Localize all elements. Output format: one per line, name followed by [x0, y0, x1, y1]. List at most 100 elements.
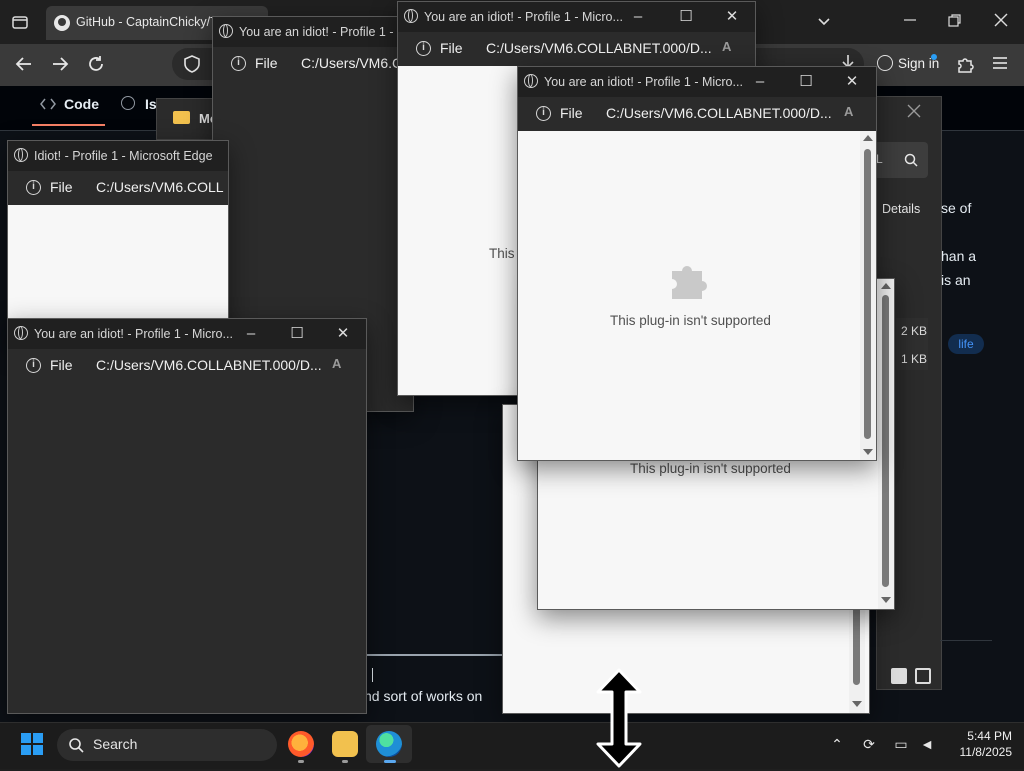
popup-url[interactable]: C:/Users/VM6.COLL: [96, 179, 224, 195]
clock-time[interactable]: 5:44 PM: [952, 729, 1012, 743]
tab-list-chevron-icon[interactable]: [816, 13, 832, 32]
maximize-icon[interactable]: ☐: [674, 5, 698, 29]
close-window-icon[interactable]: [994, 13, 1008, 30]
read-aloud-icon[interactable]: A: [844, 104, 862, 122]
popup-titlebar[interactable]: You are an idiot! - Profile 1 - M: [213, 17, 413, 47]
details-view-icon[interactable]: [915, 668, 931, 684]
popup-url[interactable]: C:/Users/VM6.C: [301, 55, 402, 71]
menu-icon[interactable]: [992, 56, 1008, 73]
popup-title: You are an idiot! - Profile 1 - Micro...: [34, 327, 233, 341]
scroll-down-arrow[interactable]: [863, 449, 873, 455]
folder-icon: [173, 111, 190, 124]
popup-titlebar[interactable]: Idiot! - Profile 1 - Microsoft Edge: [8, 141, 228, 171]
info-icon[interactable]: i: [416, 41, 431, 56]
shield-icon[interactable]: [183, 55, 201, 76]
taskbar-search-box[interactable]: Search: [57, 729, 277, 761]
search-icon: [68, 737, 84, 756]
popup-address-bar[interactable]: i File C:/Users/VM6.COLLABNET.000/D... A: [8, 349, 366, 384]
file-label: File: [440, 40, 463, 56]
start-button-windows-icon[interactable]: [21, 733, 43, 755]
popup-address-bar[interactable]: i File C:/Users/VM6.C: [213, 47, 413, 82]
file-size-column: 2 KB 1 KB: [896, 318, 928, 370]
volume-muted-icon[interactable]: ◄: [918, 736, 936, 752]
text-fragment: se of: [941, 200, 972, 216]
read-aloud-icon[interactable]: A: [332, 356, 350, 374]
profile-icon: [877, 55, 893, 71]
scrollbar-thumb[interactable]: [864, 149, 871, 439]
plugin-message-fragment: This: [489, 246, 515, 261]
code-icon: [40, 97, 56, 114]
refresh-icon[interactable]: [87, 55, 105, 76]
info-icon[interactable]: i: [26, 358, 41, 373]
minimize-icon[interactable]: –: [239, 322, 263, 346]
sign-in-button[interactable]: Sign in: [869, 48, 941, 80]
popup-titlebar[interactable]: You are an idiot! - Profile 1 - Micro...…: [518, 67, 876, 97]
update-icon[interactable]: ⟳: [860, 736, 878, 752]
details-label[interactable]: Details: [882, 202, 920, 216]
close-icon[interactable]: ✕: [720, 5, 744, 29]
tab-code[interactable]: Code: [64, 96, 99, 112]
show-hidden-icons-chevron-icon[interactable]: ⌃: [828, 736, 846, 752]
extensions-icon[interactable]: [956, 55, 974, 76]
forward-arrow-icon[interactable]: [51, 55, 69, 76]
globe-icon: [14, 148, 28, 162]
popup-address-bar[interactable]: i File C:/Users/VM6.COLL: [8, 171, 228, 206]
scrollbar-thumb[interactable]: [882, 295, 889, 587]
popup-url[interactable]: C:/Users/VM6.COLLABNET.000/D...: [96, 357, 322, 373]
popup-window-front[interactable]: You are an idiot! - Profile 1 - Micro...…: [517, 66, 877, 461]
popup-titlebar[interactable]: You are an idiot! - Profile 1 - Micro...…: [8, 319, 366, 349]
close-icon[interactable]: ✕: [331, 322, 355, 346]
popup-url[interactable]: C:/Users/VM6.COLLABNET.000/D...: [606, 105, 832, 121]
popup-titlebar[interactable]: You are an idiot! - Profile 1 - Micro...…: [398, 2, 755, 32]
popup-url[interactable]: C:/Users/VM6.COLLABNET.000/D...: [486, 40, 712, 56]
running-indicator: [342, 760, 348, 763]
search-fragment-text: L: [876, 152, 883, 166]
read-aloud-icon[interactable]: A: [722, 39, 740, 57]
clock-date[interactable]: 11/8/2025: [940, 745, 1013, 759]
github-icon: [54, 15, 70, 31]
tab-issues[interactable]: Is: [145, 96, 157, 112]
file-explorer-icon[interactable]: [332, 731, 358, 757]
plugin-unsupported-message: This plug-in isn't supported: [630, 461, 791, 476]
text-fragment: is an: [941, 272, 971, 288]
close-icon[interactable]: [907, 104, 921, 121]
info-icon[interactable]: i: [231, 56, 246, 71]
maximize-icon[interactable]: ☐: [285, 322, 309, 346]
popup-address-bar[interactable]: i File C:/Users/VM6.COLLABNET.000/D... A: [398, 32, 755, 67]
popup-title: You are an idiot! - Profile 1 - Micro...: [544, 75, 743, 89]
topic-badge[interactable]: life: [948, 334, 984, 354]
file-size: 1 KB: [901, 352, 928, 366]
popup-scrollbar[interactable]: [860, 131, 876, 460]
maximize-icon[interactable]: ☐: [794, 70, 818, 94]
info-icon[interactable]: i: [26, 180, 41, 195]
list-view-icon[interactable]: [891, 668, 907, 684]
popup-window[interactable]: You are an idiot! - Profile 1 - Micro...…: [7, 318, 367, 714]
minimize-icon[interactable]: –: [748, 70, 772, 94]
popup-window[interactable]: Idiot! - Profile 1 - Microsoft Edge i Fi…: [7, 140, 229, 342]
text-cursor: [372, 668, 373, 682]
popup-scrollbar[interactable]: [878, 279, 894, 609]
plugin-unsupported-message: This plug-in isn't supported: [610, 313, 771, 328]
info-icon[interactable]: i: [536, 106, 551, 121]
close-icon[interactable]: ✕: [840, 70, 864, 94]
edge-icon[interactable]: [376, 731, 402, 757]
network-icon[interactable]: ▭: [892, 736, 910, 752]
scroll-down-arrow[interactable]: [881, 597, 891, 603]
puzzle-piece-icon: [668, 257, 712, 304]
scroll-up-arrow[interactable]: [881, 283, 891, 289]
scroll-down-arrow[interactable]: [852, 701, 862, 707]
back-arrow-icon[interactable]: [15, 55, 33, 76]
tab-actions-icon[interactable]: [10, 12, 30, 32]
search-field-fragment[interactable]: L: [874, 142, 928, 178]
popup-address-bar[interactable]: i File C:/Users/VM6.COLLABNET.000/D... A: [518, 97, 876, 132]
minimize-window-icon[interactable]: [903, 12, 917, 29]
restore-window-icon[interactable]: [948, 14, 962, 31]
active-tab-underline: [32, 124, 105, 126]
minimize-icon[interactable]: –: [626, 5, 650, 29]
scroll-up-arrow[interactable]: [863, 135, 873, 141]
popup-title: You are an idiot! - Profile 1 - M: [239, 25, 408, 39]
view-toggle[interactable]: [886, 664, 936, 688]
notification-dot: [931, 54, 937, 60]
search-icon[interactable]: [904, 153, 918, 170]
firefox-icon[interactable]: [288, 731, 314, 757]
